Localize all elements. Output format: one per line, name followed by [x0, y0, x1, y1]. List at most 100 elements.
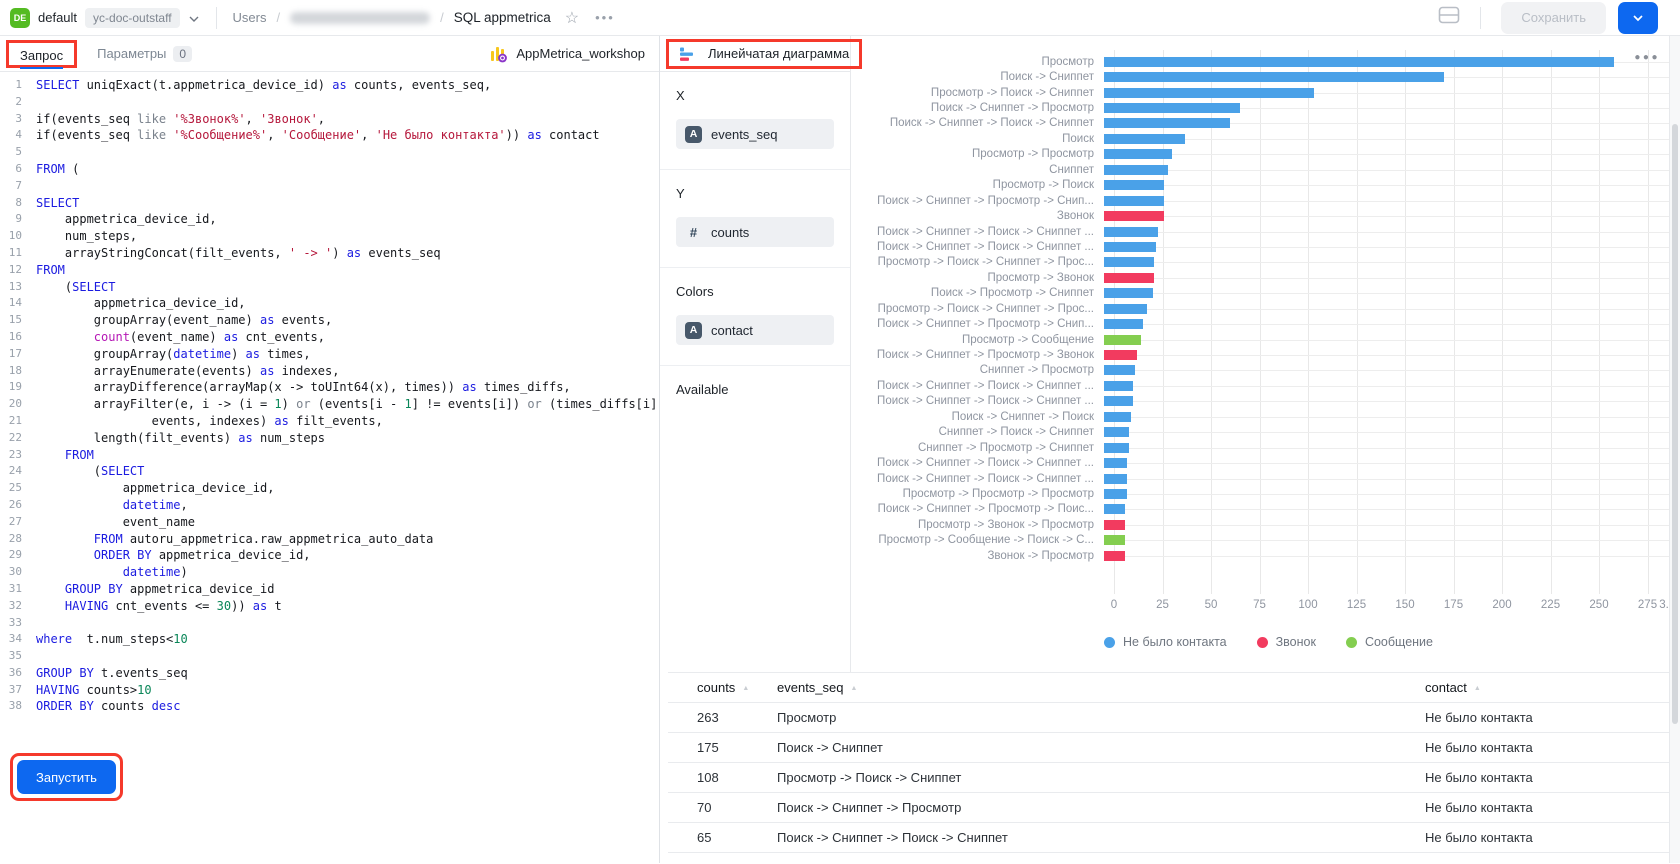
- bar[interactable]: [1104, 304, 1147, 314]
- legend-dot-icon: [1257, 637, 1268, 648]
- field-chip-counts[interactable]: # counts: [676, 217, 834, 247]
- field-chip-contact[interactable]: A contact: [676, 315, 834, 345]
- bar[interactable]: [1104, 57, 1614, 67]
- code-line: 26 datetime,: [0, 497, 659, 514]
- category-label: Сниппет -> Просмотр -> Сниппет: [859, 442, 1104, 454]
- bar[interactable]: [1104, 242, 1156, 252]
- more-menu-icon[interactable]: •••: [595, 10, 615, 25]
- bar[interactable]: [1104, 504, 1125, 514]
- axis-tick-label: 225: [1541, 599, 1560, 611]
- bar[interactable]: [1104, 165, 1168, 175]
- category-label: Поиск -> Сниппет -> Поиск -> Сниппет ...: [859, 226, 1104, 238]
- env-tag[interactable]: yc-doc-outstaff: [85, 8, 179, 28]
- axis-tick-label: 100: [1298, 599, 1317, 611]
- category-label: Просмотр -> Поиск -> Сниппет -> Прос...: [859, 256, 1104, 268]
- bar-chart-icon[interactable]: [679, 46, 697, 62]
- code-line: 38ORDER BY counts desc: [0, 698, 659, 715]
- bar[interactable]: [1104, 118, 1230, 128]
- line-number: 3: [0, 111, 36, 128]
- bar[interactable]: [1104, 273, 1154, 283]
- category-label: Поиск -> Сниппет -> Поиск -> Сниппет ...: [859, 395, 1104, 407]
- bar[interactable]: [1104, 365, 1135, 375]
- table-header-cell[interactable]: events_seq▲: [777, 680, 1425, 695]
- field-chip-label: contact: [711, 323, 753, 338]
- table-header-cell[interactable]: counts▲: [697, 680, 777, 695]
- code-line: 37HAVING counts>10: [0, 682, 659, 699]
- run-button[interactable]: Запустить: [17, 760, 116, 794]
- bar[interactable]: [1104, 227, 1158, 237]
- bar[interactable]: [1104, 350, 1137, 360]
- bar[interactable]: [1104, 427, 1129, 437]
- save-button[interactable]: Сохранить: [1501, 2, 1606, 34]
- line-number: 33: [0, 615, 36, 632]
- code-line: 21 events, indexes) as filt_events,: [0, 413, 659, 430]
- connection-selector[interactable]: AppMetrica_workshop: [489, 44, 645, 63]
- bar-track: [1104, 486, 1678, 501]
- bar[interactable]: [1104, 134, 1185, 144]
- line-number: 30: [0, 564, 36, 581]
- vertical-scrollbar[interactable]: [1669, 36, 1680, 863]
- category-label: Поиск -> Сниппет -> Просмотр: [859, 102, 1104, 114]
- code-line: 31 GROUP BY appmetrica_device_id: [0, 581, 659, 598]
- chart-panel: ●●● ПросмотрПоиск -> СниппетПросмотр -> …: [851, 36, 1680, 672]
- chevron-down-icon[interactable]: [188, 12, 200, 24]
- bar[interactable]: [1104, 412, 1131, 422]
- category-label: Звонок -> Просмотр: [859, 550, 1104, 562]
- bar[interactable]: [1104, 211, 1164, 221]
- save-dropdown-button[interactable]: [1618, 2, 1658, 34]
- bar[interactable]: [1104, 474, 1127, 484]
- legend-label: Сообщение: [1365, 635, 1433, 649]
- bar[interactable]: [1104, 180, 1164, 190]
- bar[interactable]: [1104, 551, 1125, 561]
- category-label: Сниппет -> Просмотр: [859, 364, 1104, 376]
- tab-parameters[interactable]: Параметры 0: [97, 46, 192, 62]
- bar[interactable]: [1104, 443, 1129, 453]
- table-cell: 108: [697, 770, 777, 785]
- legend-item[interactable]: Не было контакта: [1104, 635, 1227, 649]
- bar-track: [1104, 239, 1678, 254]
- chart-row: Поиск -> Сниппет -> Поиск -> Сниппет ...: [859, 471, 1678, 486]
- code-line: 3if(events_seq like '%Звонок%', 'Звонок'…: [0, 111, 659, 128]
- bar[interactable]: [1104, 149, 1172, 159]
- bar[interactable]: [1104, 319, 1143, 329]
- scrollbar-thumb[interactable]: [1672, 124, 1678, 724]
- tab-query[interactable]: Запрос: [20, 48, 63, 69]
- legend-item[interactable]: Звонок: [1257, 635, 1316, 649]
- bar-track: [1104, 255, 1678, 270]
- bar[interactable]: [1104, 458, 1127, 468]
- bar[interactable]: [1104, 520, 1125, 530]
- table-cell: Не было контакта: [1425, 800, 1680, 815]
- breadcrumb-users[interactable]: Users: [233, 10, 267, 25]
- bar[interactable]: [1104, 196, 1164, 206]
- chart-type-label[interactable]: Линейчатая диаграмма: [708, 46, 849, 61]
- bar[interactable]: [1104, 489, 1127, 499]
- query-panel: Запрос Параметры 0 AppMetrica_workshop 1…: [0, 36, 660, 863]
- code-line: 10 num_steps,: [0, 228, 659, 245]
- project-name[interactable]: default: [38, 10, 77, 25]
- table-header-cell[interactable]: contact▲: [1425, 680, 1680, 695]
- bar[interactable]: [1104, 396, 1133, 406]
- code-line: 6FROM (: [0, 161, 659, 178]
- bar[interactable]: [1104, 335, 1141, 345]
- field-chip-events-seq[interactable]: A events_seq: [676, 119, 834, 149]
- annotation-box-run-button: Запустить: [10, 753, 123, 801]
- legend-item[interactable]: Сообщение: [1346, 635, 1433, 649]
- category-label: Поиск -> Сниппет -> Поиск: [859, 411, 1104, 423]
- panel-layout-icon[interactable]: [1438, 6, 1460, 29]
- bar[interactable]: [1104, 381, 1133, 391]
- category-label: Просмотр -> Звонок: [859, 272, 1104, 284]
- bar-track: [1104, 455, 1678, 470]
- chart-row: Поиск -> Сниппет -> Поиск -> Сниппет ...: [859, 394, 1678, 409]
- sql-editor[interactable]: 1SELECT uniqExact(t.appmetrica_device_id…: [0, 72, 659, 863]
- bar[interactable]: [1104, 72, 1444, 82]
- category-label: Поиск -> Сниппет: [859, 71, 1104, 83]
- bar[interactable]: [1104, 88, 1314, 98]
- bar[interactable]: [1104, 288, 1153, 298]
- favorite-star-icon[interactable]: ☆: [565, 8, 579, 28]
- bar[interactable]: [1104, 535, 1125, 545]
- section-available-label: Available: [676, 382, 834, 397]
- bar-track: [1104, 332, 1678, 347]
- bar[interactable]: [1104, 257, 1154, 267]
- category-label: Поиск -> Сниппет -> Поиск -> Сниппет ...: [859, 457, 1104, 469]
- bar[interactable]: [1104, 103, 1240, 113]
